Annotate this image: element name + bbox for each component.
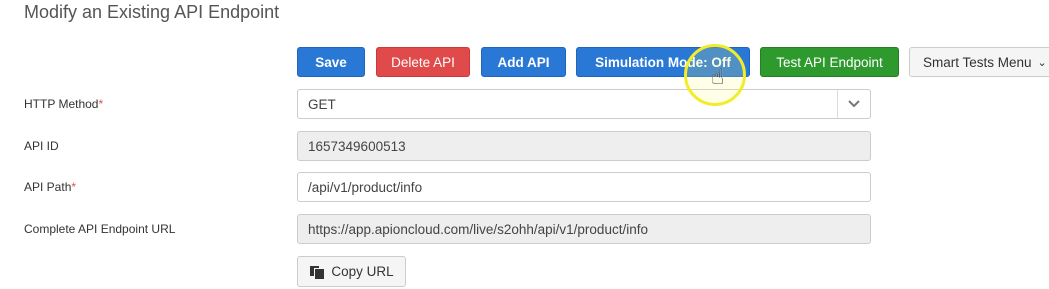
copy-icon (309, 264, 326, 280)
endpoint-url-field: https://app.apioncloud.com/live/s2ohh/ap… (297, 214, 871, 244)
api-path-input[interactable]: /api/v1/product/info (297, 172, 871, 202)
delete-api-button[interactable]: Delete API (376, 47, 470, 77)
smart-tests-menu-button[interactable]: Smart Tests Menu ⌄ (909, 47, 1049, 77)
copy-url-button[interactable]: Copy URL (297, 256, 406, 287)
chevron-down-icon: ⌄ (1037, 56, 1047, 69)
api-path-label: API Path* (24, 180, 77, 194)
save-button[interactable]: Save (297, 47, 365, 77)
add-api-button[interactable]: Add API (481, 47, 566, 77)
api-id-label: API ID (24, 139, 59, 153)
hand-cursor-icon: ☝ (711, 64, 725, 89)
http-method-value: GET (308, 96, 336, 112)
copy-url-label: Copy URL (331, 264, 394, 279)
endpoint-url-label: Complete API Endpoint URL (24, 222, 176, 236)
smart-tests-menu-label: Smart Tests Menu (923, 54, 1032, 70)
page-title: Modify an Existing API Endpoint (24, 2, 280, 22)
http-method-label: HTTP Method* (24, 97, 104, 111)
required-mark: * (98, 97, 104, 111)
required-mark: * (71, 180, 77, 194)
chevron-down-icon[interactable] (837, 90, 870, 118)
test-api-endpoint-button[interactable]: Test API Endpoint (760, 47, 899, 77)
api-id-field: 1657349600513 (297, 131, 871, 161)
http-method-select[interactable]: GET (297, 89, 871, 119)
